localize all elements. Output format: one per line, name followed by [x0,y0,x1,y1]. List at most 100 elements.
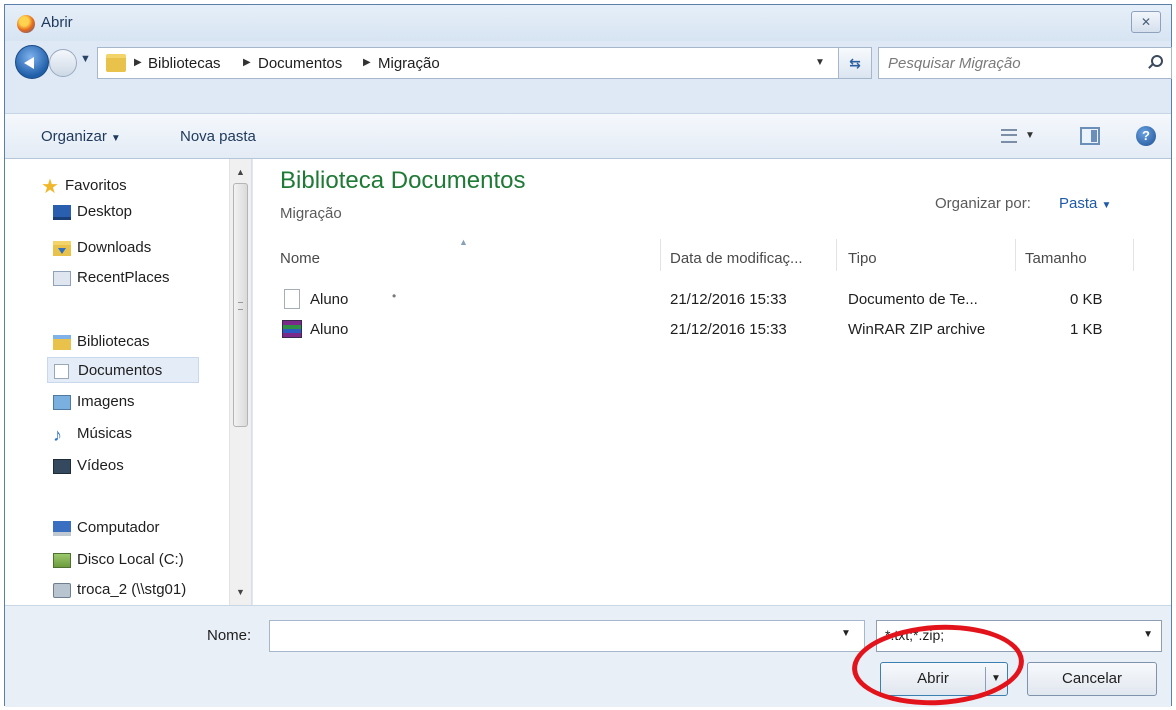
nav-label: Documentos [78,362,163,379]
column-divider[interactable] [836,239,837,271]
grip-icon [238,302,243,310]
arrange-by-dropdown[interactable]: Pasta ▼ [1059,195,1111,212]
video-icon [53,459,71,474]
file-list-pane: Biblioteca Documentos Migração Organizar… [253,159,1171,605]
file-type-filter-value: *.txt;*.zip; [885,627,945,643]
breadcrumb-bibliotecas[interactable]: Bibliotecas [148,55,221,72]
open-button-label: Abrir [917,670,949,687]
rar-archive-icon [282,320,302,338]
network-drive-icon [53,583,71,598]
column-header-size[interactable]: Tamanho [1025,239,1087,279]
search-input[interactable] [880,49,1138,77]
star-icon: ★ [41,176,59,198]
nav-label: RecentPlaces [77,269,170,286]
column-divider[interactable] [1015,239,1016,271]
nav-label: Imagens [77,393,135,410]
hard-drive-icon [53,553,71,568]
recent-locations-dropdown[interactable]: ▼ [80,53,91,65]
address-dropdown-icon[interactable]: ▼ [815,57,825,68]
filename-dropdown-icon[interactable]: ▼ [841,628,851,639]
help-icon[interactable]: ? [1136,126,1156,146]
text-file-icon [284,289,300,309]
file-name: Aluno [310,291,349,308]
open-options-dropdown-icon[interactable]: ▼ [991,663,1001,695]
scrollbar-thumb[interactable] [233,183,248,427]
nav-scrollbar[interactable]: ▲ ▼ [229,159,251,605]
library-subtitle: Migração [280,205,342,222]
column-divider[interactable] [660,239,661,271]
recent-places-icon [53,271,71,286]
sort-ascending-icon: ▲ [459,237,468,247]
libraries-icon [53,335,71,350]
arrange-by-value: Pasta [1059,195,1098,212]
search-box[interactable] [878,47,1172,79]
firefox-icon [17,15,35,33]
desktop-icon [53,205,71,220]
file-type: Documento de Te... [848,291,978,308]
document-icon [54,364,69,379]
navigation-pane: ★ Favoritos Desktop Downloads RecentPlac… [5,159,252,605]
back-button[interactable] [15,45,49,79]
cancel-button[interactable]: Cancelar [1027,662,1157,696]
column-divider[interactable] [1133,239,1134,271]
footer-panel: Nome: ▼ *.txt;*.zip; ▼ Abrir ▼ Cancelar [5,605,1171,707]
breadcrumb-documentos[interactable]: Documentos [258,55,342,72]
nav-label: Bibliotecas [77,333,150,350]
chevron-right-icon[interactable]: ▶ [134,57,142,68]
pictures-icon [53,395,71,410]
scroll-down-arrow-icon[interactable]: ▼ [236,587,245,597]
file-type-filter[interactable]: *.txt;*.zip; ▼ [876,620,1162,652]
column-header-name[interactable]: Nome [280,239,320,279]
preview-pane-icon[interactable] [1080,127,1100,145]
filename-label: Nome: [207,627,252,644]
computer-icon [53,521,71,536]
organize-label: Organizar [41,128,107,145]
music-icon: ♪ [53,425,62,445]
nav-label: Disco Local (C:) [77,551,184,568]
file-date: 21/12/2016 15:33 [670,321,787,338]
forward-button[interactable] [49,49,77,77]
nav-label: troca_2 (\\stg01) [77,581,187,598]
cursor-dot: • [392,289,397,303]
nav-documentos[interactable]: Documentos [47,357,199,383]
file-size: 1 KB [1070,321,1103,338]
folder-icon [106,54,126,72]
nav-label: Desktop [77,203,133,220]
chevron-down-icon: ▼ [1143,629,1153,640]
file-size: 0 KB [1070,291,1103,308]
search-icon[interactable] [1151,55,1163,67]
window-title: Abrir [41,14,73,31]
chevron-down-icon: ▼ [110,133,121,144]
open-button[interactable]: Abrir ▼ [880,662,1008,696]
library-title: Biblioteca Documentos [280,167,526,194]
file-row[interactable]: Aluno • 21/12/2016 15:33 Documento de Te… [280,287,1140,315]
nav-label: Músicas [77,425,133,442]
organize-menu[interactable]: Organizar ▼ [41,128,121,145]
chevron-down-icon: ▼ [1101,200,1112,211]
view-options-icon[interactable] [1001,129,1017,143]
open-file-dialog: Abrir ✕ ▼ ▶ Bibliotecas ▶ Documentos ▶ M… [4,4,1172,707]
address-bar[interactable]: ▶ Bibliotecas ▶ Documentos ▶ Migração ▼ [97,47,840,79]
chevron-right-icon[interactable]: ▶ [243,57,251,68]
file-date: 21/12/2016 15:33 [670,291,787,308]
close-button[interactable]: ✕ [1131,11,1161,33]
filename-input[interactable] [271,622,841,650]
file-row[interactable]: Aluno 21/12/2016 15:33 WinRAR ZIP archiv… [280,317,1140,345]
nav-label: Vídeos [77,457,124,474]
scroll-up-arrow-icon[interactable]: ▲ [236,167,245,177]
filename-combobox[interactable] [269,620,865,652]
column-header-date[interactable]: Data de modificaç... [670,239,803,279]
nav-label: Computador [77,519,160,536]
view-dropdown-icon[interactable]: ▼ [1025,130,1035,141]
split-divider [985,667,986,691]
title-bar: Abrir ✕ [5,5,1171,41]
file-name: Aluno [310,321,349,338]
nav-label: Favoritos [65,177,127,194]
chevron-right-icon[interactable]: ▶ [363,57,371,68]
new-folder-button[interactable]: Nova pasta [180,128,256,145]
refresh-button[interactable]: ⇆ [838,47,872,79]
breadcrumb-migracao[interactable]: Migração [378,55,440,72]
file-type: WinRAR ZIP archive [848,321,986,338]
column-header-type[interactable]: Tipo [848,239,877,279]
nav-label: Downloads [77,239,152,256]
